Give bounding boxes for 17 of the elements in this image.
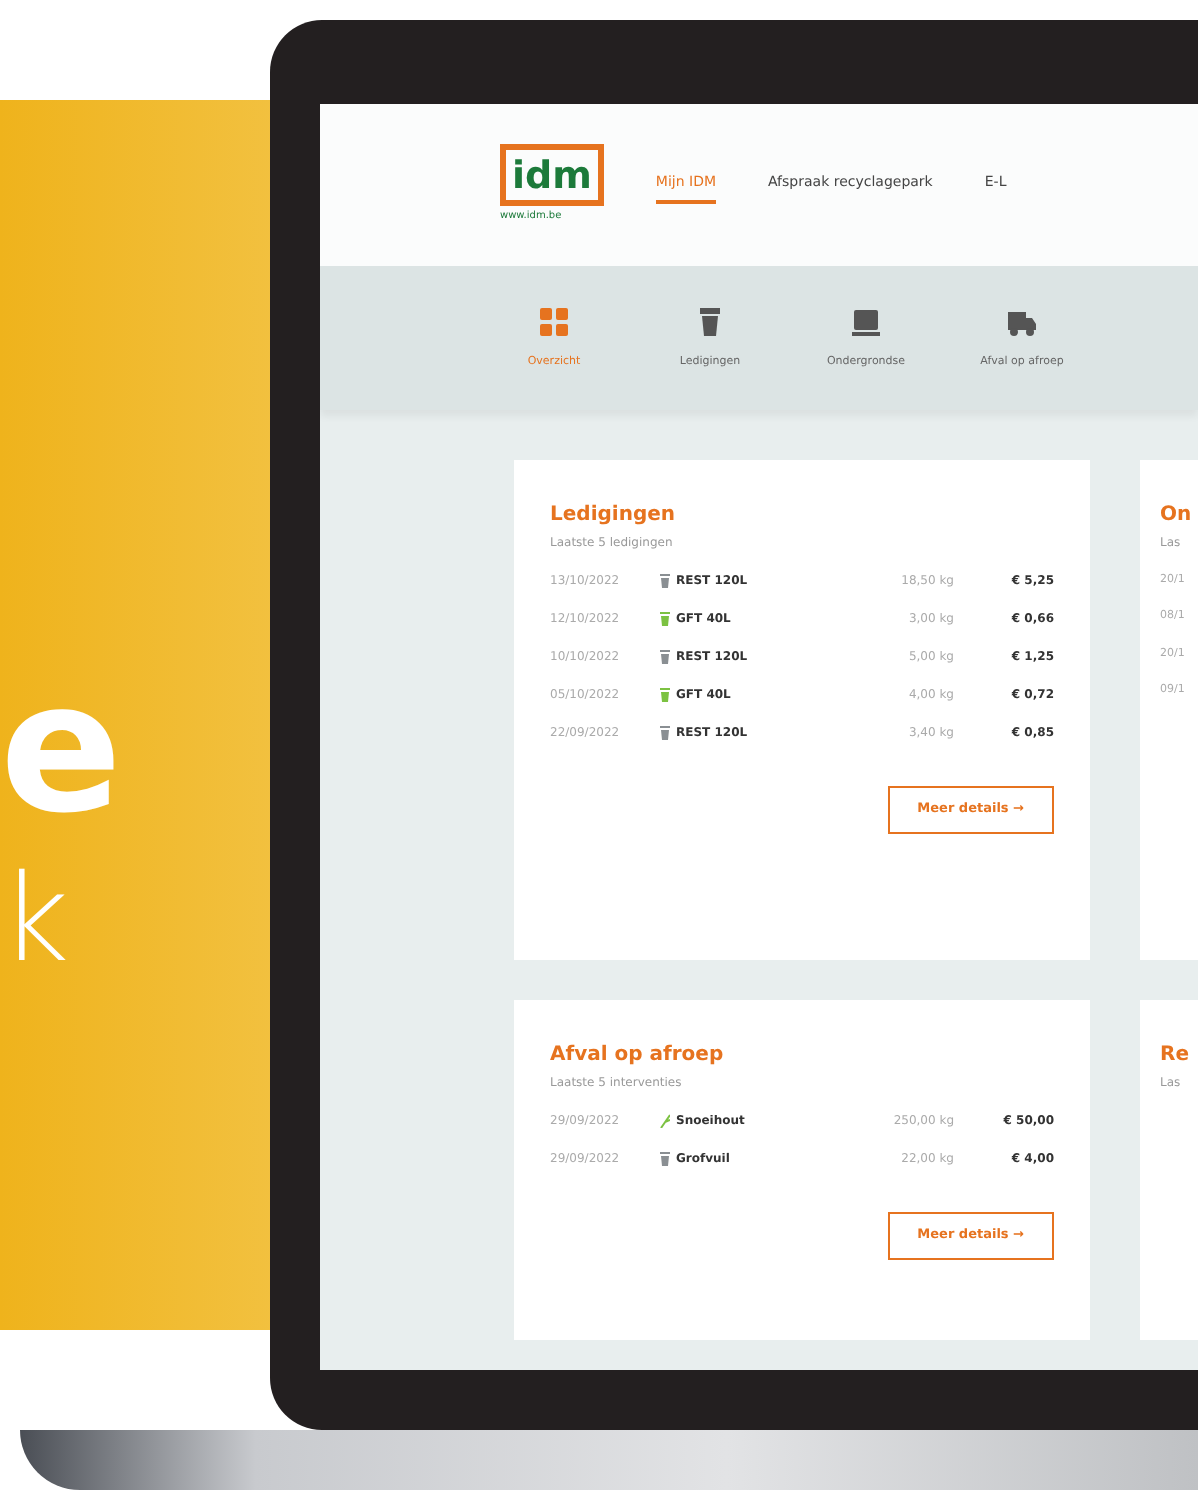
bin-icon	[660, 650, 670, 664]
bin-icon	[660, 612, 670, 626]
promo-letter: e	[0, 660, 123, 840]
logo: idm	[500, 144, 604, 207]
bin-icon	[660, 688, 670, 702]
twig-icon	[660, 1114, 670, 1128]
card-title: On	[1160, 502, 1194, 530]
bin-icon	[660, 574, 670, 588]
bin-icon	[694, 305, 726, 338]
container-icon	[850, 305, 882, 338]
bin-icon	[660, 1152, 670, 1166]
card-title: Re	[1160, 1042, 1191, 1070]
card-title: Ledigingen	[550, 502, 678, 530]
grid-icon	[538, 305, 570, 338]
bin-icon	[660, 726, 670, 740]
promo-letter: k	[0, 860, 70, 980]
card-title: Afval op afroep	[550, 1042, 726, 1070]
